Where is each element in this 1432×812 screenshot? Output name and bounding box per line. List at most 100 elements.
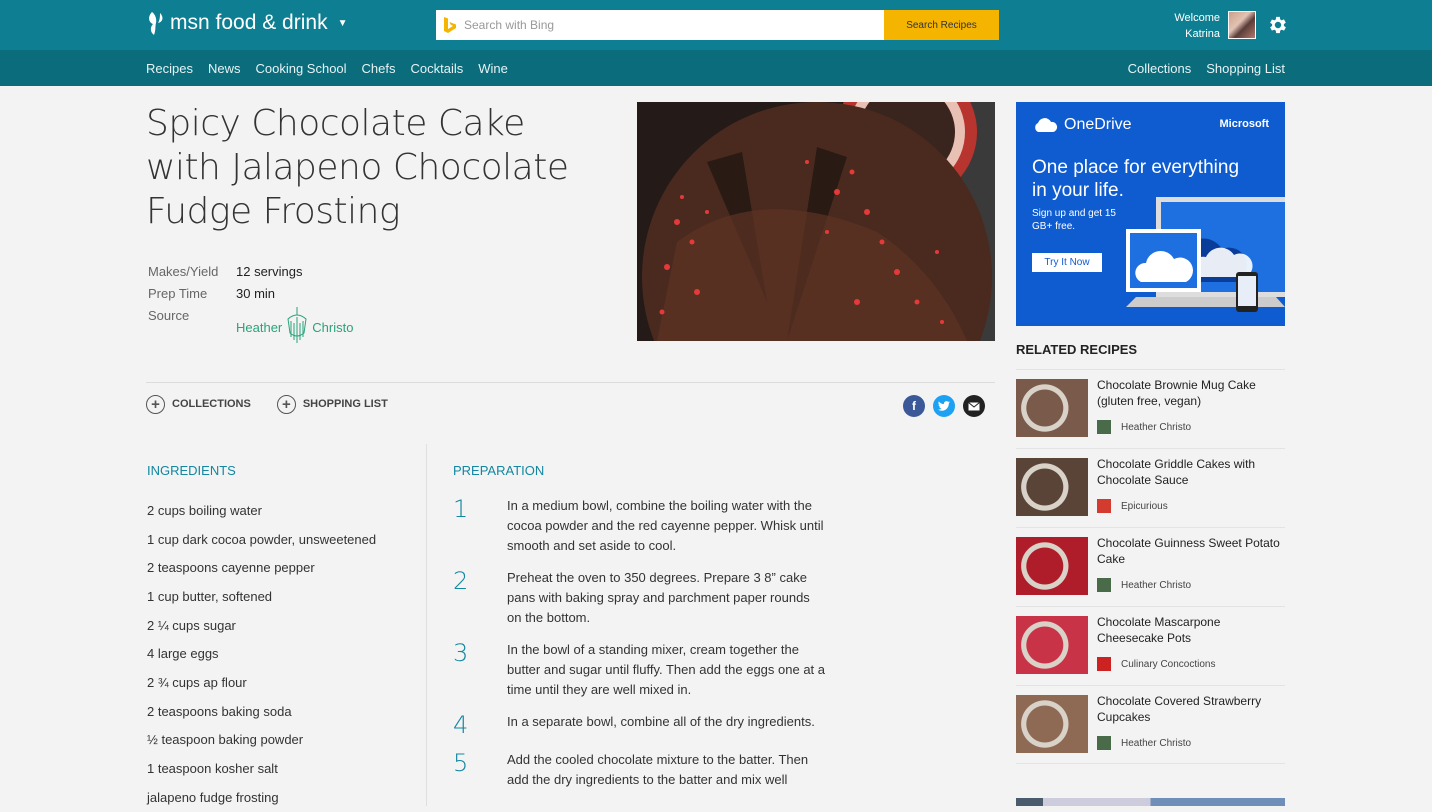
source-label: Source <box>148 307 190 323</box>
nav-recipes[interactable]: Recipes <box>146 61 193 76</box>
recipe-thumbnail[interactable] <box>1016 458 1088 516</box>
search-recipes-button[interactable]: Search Recipes <box>884 10 999 40</box>
ingredient-item: 2 teaspoons baking soda <box>147 703 292 719</box>
related-recipe-source: Epicurious <box>1097 499 1168 513</box>
collections-label: COLLECTIONS <box>172 398 251 410</box>
prep-value: 30 min <box>236 285 276 301</box>
related-recipe-source: Heather Christo <box>1097 420 1191 434</box>
welcome-label: Welcome <box>1174 12 1220 24</box>
chandelier-icon <box>287 307 307 343</box>
related-recipe-source: Heather Christo <box>1097 736 1191 750</box>
source-name: Epicurious <box>1121 500 1168 512</box>
related-recipe-title[interactable]: Chocolate Guinness Sweet Potato Cake <box>1097 535 1285 567</box>
step-text: In a medium bowl, combine the boiling wa… <box>507 498 824 553</box>
avatar[interactable] <box>1228 11 1256 39</box>
related-recipe-title[interactable]: Chocolate Mascarpone Cheesecake Pots <box>1097 614 1285 646</box>
ingredient-item: 1 cup butter, softened <box>147 588 273 604</box>
nav-collections[interactable]: Collections <box>1128 61 1192 76</box>
nav-cocktails[interactable]: Cocktails <box>411 61 464 76</box>
onedrive-ad[interactable]: OneDrive Microsoft One place for everyth… <box>1016 102 1285 326</box>
related-recipe-item[interactable]: Chocolate Griddle Cakes with Chocolate S… <box>1016 448 1285 527</box>
related-recipe-item[interactable]: Chocolate Guinness Sweet Potato Cake Hea… <box>1016 527 1285 606</box>
ad-subtext: Sign up and get 15 GB+ free. <box>1032 208 1116 232</box>
source-icon <box>1097 499 1111 513</box>
recipe-thumbnail[interactable] <box>1016 379 1088 437</box>
ingredient-item: 2 cups boiling water <box>147 502 262 518</box>
search-input[interactable] <box>464 11 884 39</box>
ad-brand: OneDrive <box>1032 116 1132 134</box>
facebook-icon[interactable]: f <box>903 395 925 417</box>
step-text: Add the cooled chocolate mixture to the … <box>507 752 809 787</box>
makes-label: Makes/Yield <box>148 263 219 279</box>
nav-wine[interactable]: Wine <box>478 61 508 76</box>
step-number: 3 <box>453 639 469 667</box>
related-recipe-source: Culinary Concoctions <box>1097 657 1216 671</box>
search-box: Search Recipes <box>436 10 999 40</box>
recipe-thumbnail[interactable] <box>1016 616 1088 674</box>
add-to-collections-button[interactable]: + COLLECTIONS <box>146 394 251 414</box>
nav-shopping-list[interactable]: Shopping List <box>1206 61 1285 76</box>
source-icon <box>1097 578 1111 592</box>
gear-icon[interactable] <box>1267 14 1289 36</box>
source-icon <box>1097 420 1111 434</box>
related-recipe-title[interactable]: Chocolate Brownie Mug Cake (gluten free,… <box>1097 377 1285 409</box>
source-logo-text-right: Christo <box>312 319 354 335</box>
cloud-icon <box>1035 118 1058 132</box>
ingredient-item: 1 cup dark cocoa powder, unsweetened <box>147 531 377 547</box>
step-text: Preheat the oven to 350 degrees. Prepare… <box>507 570 810 625</box>
twitter-icon[interactable] <box>933 395 955 417</box>
source-name: Heather Christo <box>1121 579 1192 591</box>
ad-company: Microsoft <box>1219 118 1270 130</box>
prep-label: Prep Time <box>148 285 208 301</box>
page-title: Spicy Chocolate Cake with Jalapeno Choco… <box>146 103 569 232</box>
recipe-photo <box>637 102 995 341</box>
recipe-thumbnail[interactable] <box>1016 537 1088 595</box>
nav-cooking-school[interactable]: Cooking School <box>255 61 346 76</box>
main-nav: Recipes News Cooking School Chefs Cockta… <box>146 50 523 86</box>
plus-circle-icon: + <box>146 394 165 414</box>
related-recipe-item[interactable]: Chocolate Mascarpone Cheesecake Pots Cul… <box>1016 606 1285 685</box>
ingredient-item: 2 ¾ cups ap flour <box>147 674 247 690</box>
preparation-heading: PREPARATION <box>453 463 545 478</box>
ingredient-item: ½ teaspoon baking powder <box>147 732 304 748</box>
preparation-steps: 1 In a medium bowl, combine the boiling w… <box>453 496 827 802</box>
add-to-shopping-list-button[interactable]: + SHOPPING LIST <box>276 394 388 414</box>
nav-chefs[interactable]: Chefs <box>362 61 396 76</box>
related-recipe-title[interactable]: Chocolate Griddle Cakes with Chocolate S… <box>1097 456 1285 488</box>
user-nav: Collections Shopping List <box>1113 50 1285 86</box>
step-text: In the bowl of a standing mixer, cream t… <box>507 642 826 697</box>
nav-news[interactable]: News <box>208 61 241 76</box>
brand-logo[interactable]: msn food & drink ▼ <box>146 10 347 36</box>
prep-step: 4 In a separate bowl, combine all of the … <box>453 712 827 738</box>
prep-step: 2 Preheat the oven to 350 degrees. Prepar… <box>453 568 827 628</box>
related-recipe-item[interactable]: Chocolate Covered Strawberry Cupcakes He… <box>1016 685 1285 764</box>
try-it-now-button[interactable]: Try It Now <box>1032 253 1102 272</box>
recipe-thumbnail[interactable] <box>1016 695 1088 753</box>
prep-step: 5 Add the cooled chocolate mixture to the… <box>453 750 827 790</box>
ingredient-item: jalapeno fudge frosting <box>147 789 279 805</box>
step-number: 2 <box>453 567 469 595</box>
msn-butterfly-icon <box>149 12 163 35</box>
related-recipe-item[interactable]: Chocolate Brownie Mug Cake (gluten free,… <box>1016 369 1285 448</box>
prep-step: 3 In the bowl of a standing mixer, cream … <box>453 640 827 700</box>
chevron-down-icon[interactable]: ▼ <box>338 18 348 29</box>
source-name: Heather Christo <box>1121 737 1192 749</box>
email-icon[interactable] <box>963 395 985 417</box>
source-logo[interactable]: Heather Christo <box>236 306 356 348</box>
related-recipes-heading: RELATED RECIPES <box>1016 342 1138 357</box>
ingredient-item: 2 ¼ cups sugar <box>147 617 236 633</box>
related-recipe-source: Heather Christo <box>1097 578 1191 592</box>
source-name: Culinary Concoctions <box>1121 658 1216 670</box>
ingredient-item: 4 large eggs <box>147 646 219 662</box>
source-logo-text-left: Heather <box>236 319 283 335</box>
user-name: Katrina <box>1185 28 1220 40</box>
column-divider <box>426 444 427 806</box>
step-text: In a separate bowl, combine all of the d… <box>507 714 815 729</box>
related-recipe-title[interactable]: Chocolate Covered Strawberry Cupcakes <box>1097 693 1285 725</box>
source-icon <box>1097 736 1111 750</box>
ingredient-item: 1 teaspoon kosher salt <box>147 761 278 777</box>
ad-product: OneDrive <box>1064 116 1132 133</box>
welcome-text[interactable]: Welcome Katrina <box>1150 10 1220 42</box>
share-buttons: f <box>903 395 993 417</box>
prep-step: 1 In a medium bowl, combine the boiling w… <box>453 496 827 556</box>
